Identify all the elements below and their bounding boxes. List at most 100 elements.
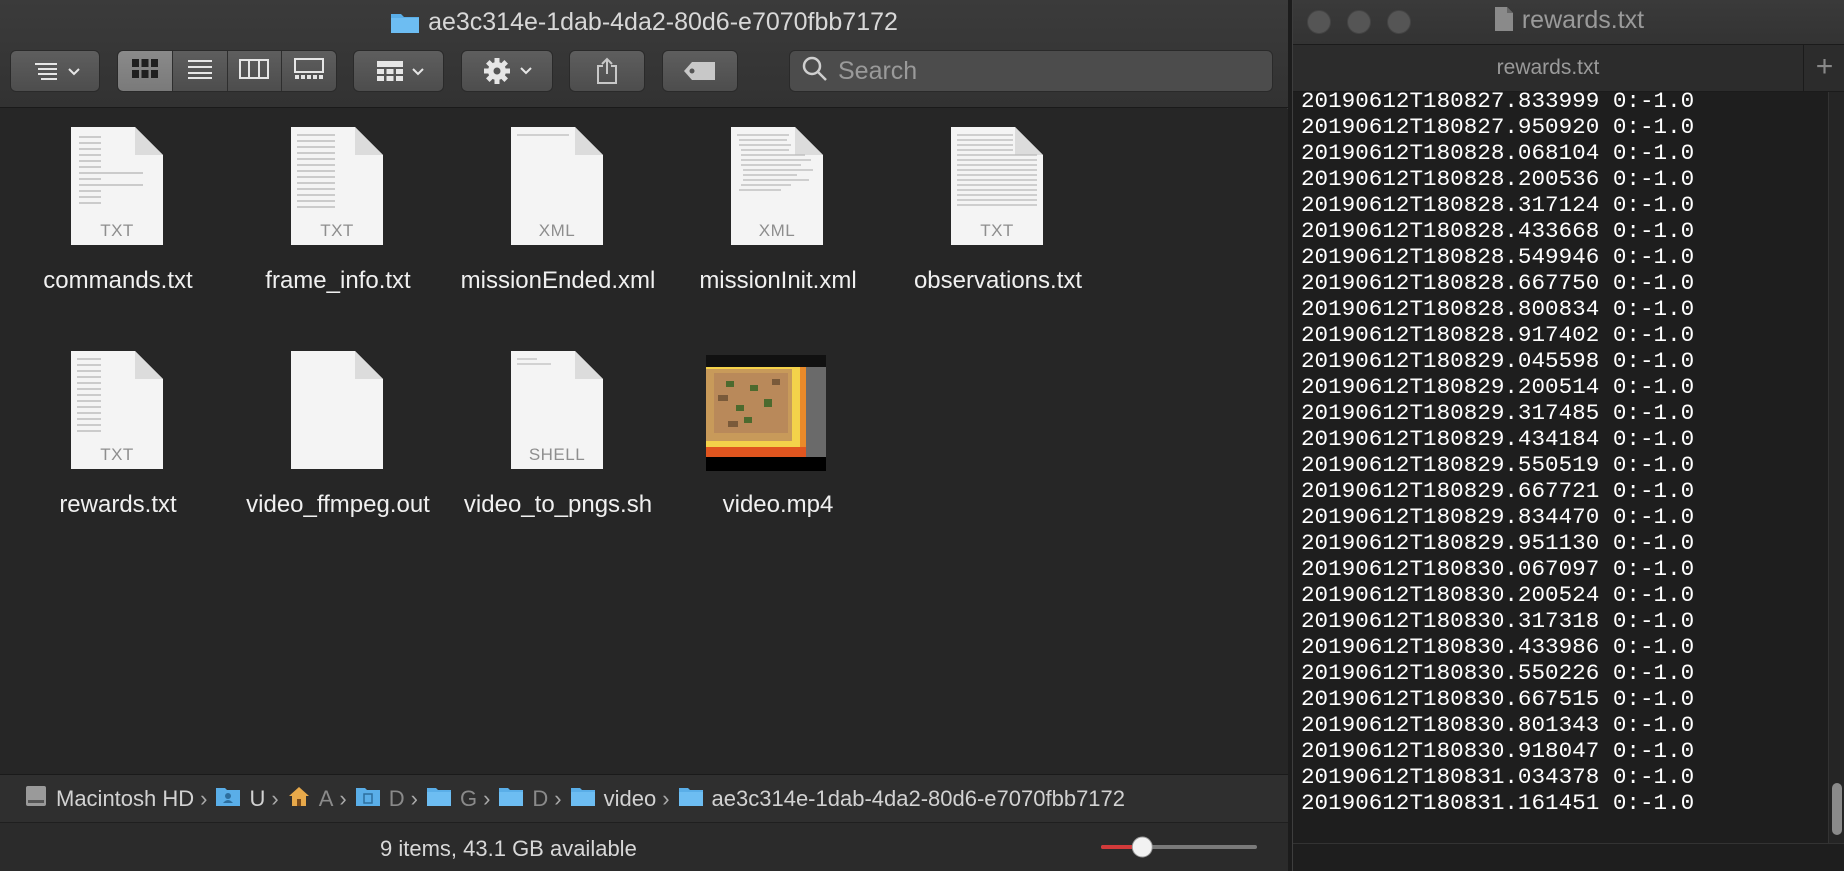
- window-title: rewards.txt: [1293, 6, 1844, 39]
- breadcrumb-item[interactable]: Macintosh HD ›: [24, 784, 215, 814]
- text-line: 20190612T180829.045598 0:-1.0: [1301, 348, 1695, 374]
- breadcrumb-item[interactable]: A ›: [287, 785, 355, 813]
- sidebar-toggle-button[interactable]: [10, 50, 100, 92]
- text-line: 20190612T180828.800834 0:-1.0: [1301, 296, 1695, 322]
- home-icon: [287, 785, 311, 813]
- icon-size-slider[interactable]: [1101, 836, 1257, 858]
- text-content[interactable]: 20190612T180827.833999 0:-1.0 20190612T18…: [1293, 92, 1829, 843]
- file-name: video.mp4: [722, 491, 834, 518]
- breadcrumb-item[interactable]: ae3c314e-1dab-4da2-80d6-e7070fbb7172: [678, 785, 1125, 813]
- list-view-button[interactable]: [172, 51, 228, 91]
- icon-view-button[interactable]: [118, 51, 173, 91]
- column-view-button[interactable]: [227, 51, 283, 91]
- file-type-label: TXT: [980, 221, 1014, 240]
- text-line: 20190612T180828.200536 0:-1.0: [1301, 166, 1695, 192]
- text-line: 20190612T180830.667515 0:-1.0: [1301, 686, 1695, 712]
- documents-folder-icon: [355, 785, 381, 813]
- file-item[interactable]: video_ffmpeg.out: [228, 333, 448, 533]
- list-menu-icon: [27, 59, 83, 83]
- text-document-icon: TXT: [291, 127, 383, 245]
- text-line: 20190612T180831.034378 0:-1.0: [1301, 764, 1695, 790]
- text-line: 20190612T180830.550226 0:-1.0: [1301, 660, 1695, 686]
- scrollbar-thumb[interactable]: [1832, 783, 1842, 835]
- text-line: 20190612T180829.317485 0:-1.0: [1301, 400, 1695, 426]
- columns-icon: [239, 58, 270, 85]
- text-line: 20190612T180829.434184 0:-1.0: [1301, 426, 1695, 452]
- finder-window: ae3c314e-1dab-4da2-80d6-e7070fbb7172 Sea…: [0, 0, 1288, 871]
- path-bar: Macintosh HD › U › A › D › G › D › video › ae3: [0, 774, 1288, 822]
- users-folder-icon: [215, 785, 241, 813]
- file-type-label: XML: [538, 221, 576, 240]
- search-field[interactable]: [789, 50, 1273, 92]
- breadcrumb-item[interactable]: video ›: [570, 785, 678, 813]
- file-item[interactable]: SHELL video_to_pngs.sh: [448, 333, 668, 533]
- xml-document-icon: XML: [511, 127, 603, 245]
- window-title: ae3c314e-1dab-4da2-80d6-e7070fbb7172: [0, 6, 1288, 42]
- folder-icon: [426, 785, 452, 813]
- gallery-view-button[interactable]: [282, 51, 336, 91]
- text-line: 20190612T180830.918047 0:-1.0: [1301, 738, 1695, 764]
- file-type-label: TXT: [100, 221, 134, 240]
- status-text: 9 items, 43.1 GB available: [380, 836, 637, 861]
- group-icon: [369, 59, 429, 83]
- tags-button[interactable]: [662, 50, 738, 92]
- file-item[interactable]: video.mp4: [668, 333, 888, 533]
- search-input[interactable]: [838, 56, 1258, 86]
- group-by-button[interactable]: [353, 50, 444, 92]
- breadcrumb-item[interactable]: D ›: [498, 785, 569, 813]
- text-line: 20190612T180828.317124 0:-1.0: [1301, 192, 1695, 218]
- text-line: 20190612T180830.200524 0:-1.0: [1301, 582, 1695, 608]
- text-line: 20190612T180830.067097 0:-1.0: [1301, 556, 1695, 582]
- text-line: 20190612T180830.801343 0:-1.0: [1301, 712, 1695, 738]
- breadcrumb-item[interactable]: D ›: [355, 785, 426, 813]
- text-line: 20190612T180830.317318 0:-1.0: [1301, 608, 1695, 634]
- text-lines: 20190612T180827.833999 0:-1.0 20190612T18…: [1301, 92, 1694, 816]
- tab-rewards[interactable]: rewards.txt: [1293, 45, 1803, 91]
- gallery-icon: [294, 57, 325, 85]
- text-line: 20190612T180828.917402 0:-1.0: [1301, 322, 1695, 348]
- text-line: 20190612T180829.951130 0:-1.0: [1301, 530, 1695, 556]
- text-document-icon: TXT: [71, 127, 163, 245]
- finder-titlebar[interactable]: ae3c314e-1dab-4da2-80d6-e7070fbb7172: [0, 0, 1288, 108]
- folder-icon: [570, 785, 596, 813]
- new-tab-button[interactable]: +: [1803, 45, 1844, 91]
- list-icon: [186, 58, 214, 85]
- slider-knob[interactable]: [1131, 836, 1153, 858]
- text-line: 20190612T180827.833999 0:-1.0: [1301, 92, 1695, 114]
- textedit-titlebar[interactable]: rewards.txt: [1293, 0, 1844, 44]
- hard-drive-icon: [24, 784, 48, 814]
- text-line: 20190612T180829.200514 0:-1.0: [1301, 374, 1695, 400]
- textedit-window: rewards.txt rewards.txt + 20190612T18082…: [1292, 0, 1844, 871]
- breadcrumb-item[interactable]: G ›: [426, 785, 498, 813]
- action-button[interactable]: [461, 50, 553, 92]
- breadcrumb-item[interactable]: U ›: [215, 785, 286, 813]
- text-line: 20190612T180829.550519 0:-1.0: [1301, 452, 1695, 478]
- file-item[interactable]: XML missionInit.xml: [668, 109, 888, 309]
- window-bottom-edge: [1293, 843, 1844, 871]
- tab-bar: rewards.txt +: [1293, 44, 1844, 92]
- blank-document-icon: [291, 351, 383, 469]
- vertical-scrollbar[interactable]: [1828, 92, 1844, 843]
- file-item[interactable]: TXT observations.txt: [888, 109, 1108, 309]
- share-button[interactable]: [569, 50, 645, 92]
- document-icon: [1494, 6, 1514, 39]
- shell-script-icon: SHELL: [511, 351, 603, 469]
- view-mode-selector[interactable]: [117, 50, 337, 92]
- file-type-label: XML: [758, 221, 796, 240]
- text-document-icon: TXT: [951, 127, 1043, 245]
- text-line: 20190612T180828.549946 0:-1.0: [1301, 244, 1695, 270]
- file-type-label: SHELL: [528, 445, 586, 464]
- text-line: 20190612T180831.161451 0:-1.0: [1301, 790, 1695, 816]
- file-item[interactable]: TXT frame_info.txt: [228, 109, 448, 309]
- status-bar: 9 items, 43.1 GB available: [0, 822, 1288, 871]
- text-document-icon: TXT: [71, 351, 163, 469]
- video-thumbnail: [706, 355, 826, 471]
- text-line: 20190612T180830.433986 0:-1.0: [1301, 634, 1695, 660]
- file-item[interactable]: TXT commands.txt: [8, 109, 228, 309]
- file-item[interactable]: TXT rewards.txt: [8, 333, 228, 533]
- file-type-label: TXT: [100, 445, 134, 464]
- file-item[interactable]: XML missionEnded.xml: [448, 109, 668, 309]
- grid-icon: [131, 58, 159, 85]
- file-type-label: TXT: [320, 221, 354, 240]
- file-name: observations.txt: [913, 267, 1083, 294]
